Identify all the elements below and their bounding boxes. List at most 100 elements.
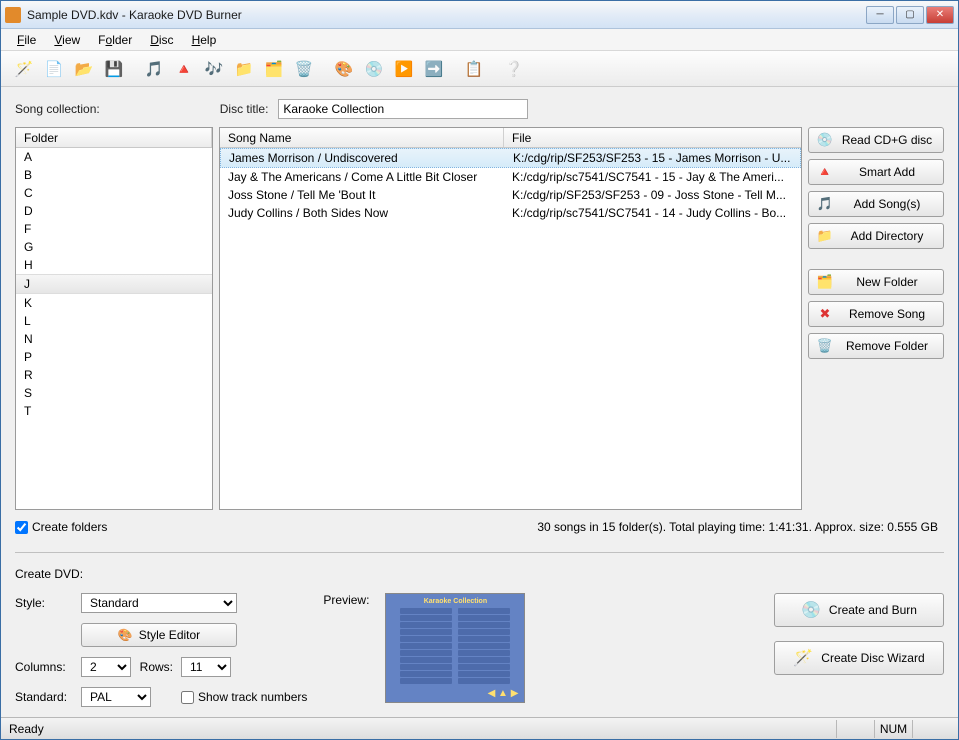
preview-thumbnail: Karaoke Collection ◀ ▲ ▶ — [385, 593, 525, 703]
song-file-cell: K:/cdg/rip/SF253/SF253 - 15 - James Morr… — [505, 149, 800, 167]
burn-icon: 💿 — [801, 600, 821, 620]
disc-play-icon[interactable]: ▶️ — [391, 56, 417, 82]
columns-label: Columns: — [15, 660, 73, 674]
standard-select[interactable]: PAL — [81, 687, 151, 707]
style-editor-button[interactable]: 🎨 Style Editor — [81, 623, 237, 647]
help-icon[interactable]: ❔ — [501, 56, 527, 82]
create-dvd-label: Create DVD: — [15, 567, 944, 581]
folder-row[interactable]: S — [16, 384, 212, 402]
app-icon — [5, 7, 21, 23]
folder-row[interactable]: F — [16, 220, 212, 238]
columns-select[interactable]: 2 — [81, 657, 131, 677]
style-select[interactable]: Standard — [81, 593, 237, 613]
folder-row[interactable]: G — [16, 238, 212, 256]
folder-row[interactable]: T — [16, 402, 212, 420]
show-track-numbers-input[interactable] — [181, 691, 194, 704]
app-window: Sample DVD.kdv - Karaoke DVD Burner ─ ▢ … — [0, 0, 959, 740]
disc-create-icon[interactable]: 💿 — [361, 56, 387, 82]
new-folder-button[interactable]: 🗂️New Folder — [808, 269, 944, 295]
song-name-cell: Jay & The Americans / Come A Little Bit … — [220, 168, 504, 186]
wizard-icon[interactable]: 🪄 — [11, 56, 37, 82]
song-name-cell: Judy Collins / Both Sides Now — [220, 204, 504, 222]
folder-row[interactable]: L — [16, 312, 212, 330]
window-title: Sample DVD.kdv - Karaoke DVD Burner — [27, 8, 864, 22]
smart-add-icon[interactable]: 🔺 — [171, 56, 197, 82]
folder-column-header[interactable]: Folder — [16, 128, 212, 147]
song-name-column-header[interactable]: Song Name — [220, 128, 504, 147]
song-file-cell: K:/cdg/rip/sc7541/SC7541 - 14 - Judy Col… — [504, 204, 801, 222]
remove-folder-icon[interactable]: 🗑️ — [291, 56, 317, 82]
smart-icon: 🔺 — [817, 164, 833, 180]
folder-row[interactable]: P — [16, 348, 212, 366]
song-list[interactable]: James Morrison / UndiscoveredK:/cdg/rip/… — [220, 148, 801, 509]
content-area: Song collection: Disc title: Folder ABCD… — [1, 87, 958, 717]
menu-view[interactable]: View — [46, 31, 88, 49]
folder-remove-icon: 🗑️ — [817, 338, 833, 354]
music-icon: 🎵 — [817, 196, 833, 212]
songs-panel: Song Name File James Morrison / Undiscov… — [219, 127, 802, 510]
style-editor-icon[interactable]: 🎨 — [331, 56, 357, 82]
song-file-cell: K:/cdg/rip/SF253/SF253 - 09 - Joss Stone… — [504, 186, 801, 204]
folder-row[interactable]: J — [16, 274, 212, 294]
toolbar: 🪄 📄 📂 💾 🎵 🔺 🎶 📁 🗂️ 🗑️ 🎨 💿 ▶️ ➡️ 📋 ❔ — [1, 51, 958, 87]
create-folders-checkbox[interactable]: Create folders — [15, 520, 107, 534]
remove-folder-button[interactable]: 🗑️Remove Folder — [808, 333, 944, 359]
status-cell-1 — [836, 720, 874, 738]
file-column-header[interactable]: File — [504, 128, 801, 147]
song-row[interactable]: Judy Collins / Both Sides NowK:/cdg/rip/… — [220, 204, 801, 222]
folder-row[interactable]: B — [16, 166, 212, 184]
rows-select[interactable]: 11 — [181, 657, 231, 677]
read-cdg-button[interactable]: 💿Read CD+G disc — [808, 127, 944, 153]
export-icon[interactable]: ➡️ — [421, 56, 447, 82]
disc-title-input[interactable] — [278, 99, 528, 119]
folder-row[interactable]: H — [16, 256, 212, 274]
folder-list[interactable]: ABCDFGHJKLNPRST — [16, 148, 212, 509]
create-folders-input[interactable] — [15, 521, 28, 534]
smart-add-button[interactable]: 🔺Smart Add — [808, 159, 944, 185]
song-file-cell: K:/cdg/rip/sc7541/SC7541 - 15 - Jay & Th… — [504, 168, 801, 186]
add-song-icon[interactable]: 🎶 — [201, 56, 227, 82]
folder-row[interactable]: R — [16, 366, 212, 384]
disc-icon: 💿 — [817, 132, 833, 148]
song-row[interactable]: Joss Stone / Tell Me 'Bout ItK:/cdg/rip/… — [220, 186, 801, 204]
wizard-icon: 🪄 — [793, 648, 813, 668]
add-directory-icon[interactable]: 📁 — [231, 56, 257, 82]
maximize-button[interactable]: ▢ — [896, 6, 924, 24]
song-collection-label: Song collection: — [15, 102, 100, 116]
options-icon[interactable]: 📋 — [461, 56, 487, 82]
folder-row[interactable]: D — [16, 202, 212, 220]
save-icon[interactable]: 💾 — [101, 56, 127, 82]
close-button[interactable]: ✕ — [926, 6, 954, 24]
music-refresh-icon[interactable]: 🎵 — [141, 56, 167, 82]
menu-disc[interactable]: Disc — [142, 31, 181, 49]
summary-text: 30 songs in 15 folder(s). Total playing … — [107, 520, 944, 534]
song-name-cell: Joss Stone / Tell Me 'Bout It — [220, 186, 504, 204]
menu-help[interactable]: Help — [184, 31, 225, 49]
folder-row[interactable]: N — [16, 330, 212, 348]
new-doc-icon[interactable]: 📄 — [41, 56, 67, 82]
new-folder-icon[interactable]: 🗂️ — [261, 56, 287, 82]
folder-row[interactable]: A — [16, 148, 212, 166]
folder-panel: Folder ABCDFGHJKLNPRST — [15, 127, 213, 510]
create-disc-wizard-button[interactable]: 🪄 Create Disc Wizard — [774, 641, 944, 675]
song-row[interactable]: James Morrison / UndiscoveredK:/cdg/rip/… — [220, 148, 801, 168]
statusbar: Ready NUM — [1, 717, 958, 739]
minimize-button[interactable]: ─ — [866, 6, 894, 24]
folder-add-icon: 🗂️ — [817, 274, 833, 290]
show-track-numbers-checkbox[interactable]: Show track numbers — [181, 690, 307, 704]
side-buttons: 💿Read CD+G disc 🔺Smart Add 🎵Add Song(s) … — [808, 127, 944, 510]
folder-row[interactable]: C — [16, 184, 212, 202]
status-ready: Ready — [9, 722, 44, 736]
remove-song-button[interactable]: ✖Remove Song — [808, 301, 944, 327]
song-row[interactable]: Jay & The Americans / Come A Little Bit … — [220, 168, 801, 186]
menubar: File View Folder Disc Help — [1, 29, 958, 51]
add-songs-button[interactable]: 🎵Add Song(s) — [808, 191, 944, 217]
status-cell-3 — [912, 720, 950, 738]
menu-folder[interactable]: Folder — [90, 31, 140, 49]
preview-label: Preview: — [323, 593, 369, 607]
menu-file[interactable]: File — [9, 31, 44, 49]
open-icon[interactable]: 📂 — [71, 56, 97, 82]
add-directory-button[interactable]: 📁Add Directory — [808, 223, 944, 249]
folder-row[interactable]: K — [16, 294, 212, 312]
create-and-burn-button[interactable]: 💿 Create and Burn — [774, 593, 944, 627]
